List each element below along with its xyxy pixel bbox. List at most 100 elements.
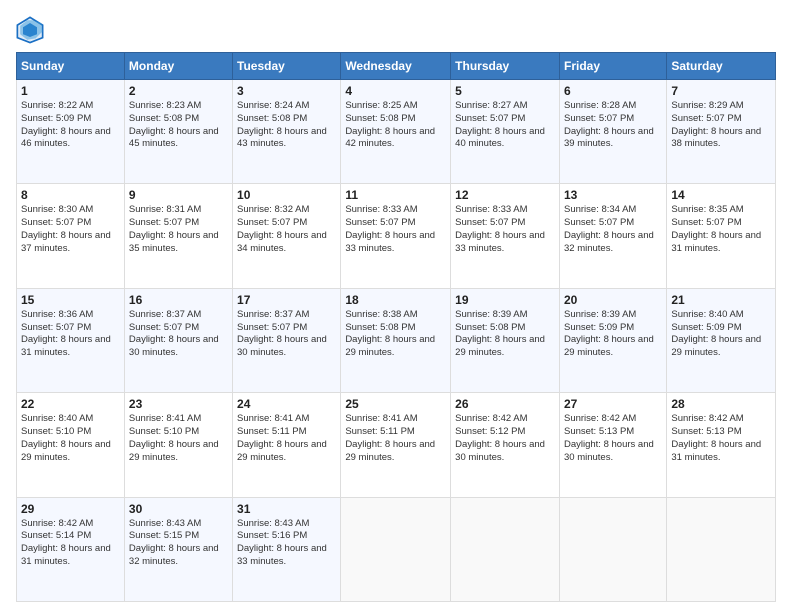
calendar-cell: 3 Sunrise: 8:24 AM Sunset: 5:08 PM Dayli…	[233, 80, 341, 184]
weekday-saturday: Saturday	[667, 53, 776, 80]
day-info: Sunrise: 8:39 AM Sunset: 5:08 PM Dayligh…	[455, 309, 555, 360]
day-info: Sunrise: 8:40 AM Sunset: 5:09 PM Dayligh…	[671, 309, 771, 360]
calendar-cell: 31 Sunrise: 8:43 AM Sunset: 5:16 PM Dayl…	[233, 497, 341, 601]
calendar-cell: 2 Sunrise: 8:23 AM Sunset: 5:08 PM Dayli…	[124, 80, 232, 184]
page: SundayMondayTuesdayWednesdayThursdayFrid…	[0, 0, 792, 612]
calendar-cell: 25 Sunrise: 8:41 AM Sunset: 5:11 PM Dayl…	[341, 393, 451, 497]
day-number: 30	[129, 502, 228, 516]
calendar-table: SundayMondayTuesdayWednesdayThursdayFrid…	[16, 52, 776, 602]
day-number: 28	[671, 397, 771, 411]
day-info: Sunrise: 8:23 AM Sunset: 5:08 PM Dayligh…	[129, 100, 228, 151]
day-info: Sunrise: 8:29 AM Sunset: 5:07 PM Dayligh…	[671, 100, 771, 151]
calendar-cell: 16 Sunrise: 8:37 AM Sunset: 5:07 PM Dayl…	[124, 288, 232, 392]
calendar-cell: 7 Sunrise: 8:29 AM Sunset: 5:07 PM Dayli…	[667, 80, 776, 184]
day-info: Sunrise: 8:43 AM Sunset: 5:16 PM Dayligh…	[237, 518, 336, 569]
calendar-cell: 11 Sunrise: 8:33 AM Sunset: 5:07 PM Dayl…	[341, 184, 451, 288]
day-number: 22	[21, 397, 120, 411]
day-info: Sunrise: 8:40 AM Sunset: 5:10 PM Dayligh…	[21, 413, 120, 464]
weekday-monday: Monday	[124, 53, 232, 80]
weekday-wednesday: Wednesday	[341, 53, 451, 80]
day-info: Sunrise: 8:37 AM Sunset: 5:07 PM Dayligh…	[129, 309, 228, 360]
day-info: Sunrise: 8:41 AM Sunset: 5:11 PM Dayligh…	[345, 413, 446, 464]
day-info: Sunrise: 8:38 AM Sunset: 5:08 PM Dayligh…	[345, 309, 446, 360]
day-number: 11	[345, 188, 446, 202]
calendar-cell	[341, 497, 451, 601]
day-number: 29	[21, 502, 120, 516]
day-number: 18	[345, 293, 446, 307]
day-number: 3	[237, 84, 336, 98]
calendar-cell	[667, 497, 776, 601]
day-number: 24	[237, 397, 336, 411]
day-info: Sunrise: 8:34 AM Sunset: 5:07 PM Dayligh…	[564, 204, 662, 255]
calendar-cell	[451, 497, 560, 601]
calendar-week-4: 22 Sunrise: 8:40 AM Sunset: 5:10 PM Dayl…	[17, 393, 776, 497]
calendar-cell: 15 Sunrise: 8:36 AM Sunset: 5:07 PM Dayl…	[17, 288, 125, 392]
day-info: Sunrise: 8:27 AM Sunset: 5:07 PM Dayligh…	[455, 100, 555, 151]
day-number: 20	[564, 293, 662, 307]
calendar-cell: 12 Sunrise: 8:33 AM Sunset: 5:07 PM Dayl…	[451, 184, 560, 288]
day-number: 27	[564, 397, 662, 411]
day-info: Sunrise: 8:22 AM Sunset: 5:09 PM Dayligh…	[21, 100, 120, 151]
day-number: 1	[21, 84, 120, 98]
calendar-cell: 17 Sunrise: 8:37 AM Sunset: 5:07 PM Dayl…	[233, 288, 341, 392]
calendar-cell: 4 Sunrise: 8:25 AM Sunset: 5:08 PM Dayli…	[341, 80, 451, 184]
day-number: 23	[129, 397, 228, 411]
calendar-cell: 18 Sunrise: 8:38 AM Sunset: 5:08 PM Dayl…	[341, 288, 451, 392]
day-number: 9	[129, 188, 228, 202]
calendar-cell: 26 Sunrise: 8:42 AM Sunset: 5:12 PM Dayl…	[451, 393, 560, 497]
day-info: Sunrise: 8:36 AM Sunset: 5:07 PM Dayligh…	[21, 309, 120, 360]
calendar-cell: 27 Sunrise: 8:42 AM Sunset: 5:13 PM Dayl…	[559, 393, 666, 497]
day-number: 21	[671, 293, 771, 307]
calendar-cell: 14 Sunrise: 8:35 AM Sunset: 5:07 PM Dayl…	[667, 184, 776, 288]
day-info: Sunrise: 8:28 AM Sunset: 5:07 PM Dayligh…	[564, 100, 662, 151]
calendar-week-3: 15 Sunrise: 8:36 AM Sunset: 5:07 PM Dayl…	[17, 288, 776, 392]
day-number: 6	[564, 84, 662, 98]
day-number: 8	[21, 188, 120, 202]
day-info: Sunrise: 8:31 AM Sunset: 5:07 PM Dayligh…	[129, 204, 228, 255]
weekday-thursday: Thursday	[451, 53, 560, 80]
calendar-cell: 10 Sunrise: 8:32 AM Sunset: 5:07 PM Dayl…	[233, 184, 341, 288]
logo	[16, 16, 48, 44]
day-number: 19	[455, 293, 555, 307]
day-info: Sunrise: 8:33 AM Sunset: 5:07 PM Dayligh…	[345, 204, 446, 255]
day-number: 17	[237, 293, 336, 307]
calendar-cell: 30 Sunrise: 8:43 AM Sunset: 5:15 PM Dayl…	[124, 497, 232, 601]
calendar-cell: 19 Sunrise: 8:39 AM Sunset: 5:08 PM Dayl…	[451, 288, 560, 392]
day-number: 31	[237, 502, 336, 516]
day-info: Sunrise: 8:32 AM Sunset: 5:07 PM Dayligh…	[237, 204, 336, 255]
calendar-cell	[559, 497, 666, 601]
calendar-header: SundayMondayTuesdayWednesdayThursdayFrid…	[17, 53, 776, 80]
day-number: 25	[345, 397, 446, 411]
day-number: 15	[21, 293, 120, 307]
calendar-cell: 5 Sunrise: 8:27 AM Sunset: 5:07 PM Dayli…	[451, 80, 560, 184]
day-number: 7	[671, 84, 771, 98]
calendar-cell: 21 Sunrise: 8:40 AM Sunset: 5:09 PM Dayl…	[667, 288, 776, 392]
day-info: Sunrise: 8:35 AM Sunset: 5:07 PM Dayligh…	[671, 204, 771, 255]
weekday-friday: Friday	[559, 53, 666, 80]
calendar-week-5: 29 Sunrise: 8:42 AM Sunset: 5:14 PM Dayl…	[17, 497, 776, 601]
weekday-header-row: SundayMondayTuesdayWednesdayThursdayFrid…	[17, 53, 776, 80]
calendar-cell: 9 Sunrise: 8:31 AM Sunset: 5:07 PM Dayli…	[124, 184, 232, 288]
day-info: Sunrise: 8:41 AM Sunset: 5:11 PM Dayligh…	[237, 413, 336, 464]
weekday-sunday: Sunday	[17, 53, 125, 80]
day-number: 16	[129, 293, 228, 307]
day-number: 12	[455, 188, 555, 202]
day-number: 10	[237, 188, 336, 202]
day-number: 26	[455, 397, 555, 411]
calendar-cell: 13 Sunrise: 8:34 AM Sunset: 5:07 PM Dayl…	[559, 184, 666, 288]
day-info: Sunrise: 8:30 AM Sunset: 5:07 PM Dayligh…	[21, 204, 120, 255]
weekday-tuesday: Tuesday	[233, 53, 341, 80]
calendar-cell: 22 Sunrise: 8:40 AM Sunset: 5:10 PM Dayl…	[17, 393, 125, 497]
header	[16, 16, 776, 44]
calendar-week-2: 8 Sunrise: 8:30 AM Sunset: 5:07 PM Dayli…	[17, 184, 776, 288]
day-info: Sunrise: 8:25 AM Sunset: 5:08 PM Dayligh…	[345, 100, 446, 151]
day-info: Sunrise: 8:42 AM Sunset: 5:13 PM Dayligh…	[671, 413, 771, 464]
logo-icon	[16, 16, 44, 44]
day-number: 5	[455, 84, 555, 98]
calendar-cell: 29 Sunrise: 8:42 AM Sunset: 5:14 PM Dayl…	[17, 497, 125, 601]
day-info: Sunrise: 8:43 AM Sunset: 5:15 PM Dayligh…	[129, 518, 228, 569]
calendar-cell: 8 Sunrise: 8:30 AM Sunset: 5:07 PM Dayli…	[17, 184, 125, 288]
day-info: Sunrise: 8:42 AM Sunset: 5:13 PM Dayligh…	[564, 413, 662, 464]
calendar-cell: 24 Sunrise: 8:41 AM Sunset: 5:11 PM Dayl…	[233, 393, 341, 497]
day-number: 14	[671, 188, 771, 202]
